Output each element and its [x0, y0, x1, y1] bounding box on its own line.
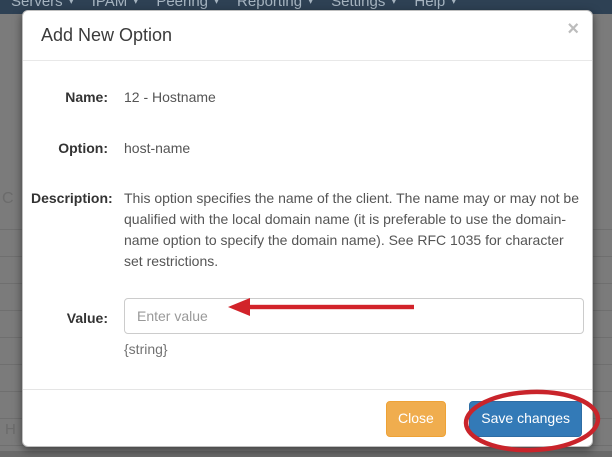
chevron-down-icon: ▾: [69, 0, 74, 7]
add-new-option-modal: Add New Option × Name: 12 - Hostname Opt…: [22, 10, 593, 447]
chevron-down-icon: ▾: [214, 0, 219, 7]
modal-body: Name: 12 - Hostname Option: host-name De…: [23, 61, 592, 357]
description-row: Description: This option specifies the n…: [31, 188, 586, 272]
modal-title: Add New Option: [41, 25, 172, 46]
value-type-hint: {string}: [124, 341, 584, 357]
description-value: This option specifies the name of the cl…: [124, 188, 586, 272]
description-label: Description:: [31, 188, 108, 272]
background-text-fragment: H: [5, 421, 16, 438]
chevron-down-icon: ▾: [133, 0, 138, 7]
option-row: Option: host-name: [31, 138, 586, 159]
chevron-down-icon: ▾: [391, 0, 396, 7]
modal-footer: Close Save changes: [23, 389, 592, 446]
close-button[interactable]: Close: [386, 401, 446, 437]
name-value: 12 - Hostname: [124, 87, 216, 108]
value-row: Value: {string}: [31, 298, 586, 357]
name-row: Name: 12 - Hostname: [31, 87, 586, 108]
nav-item-help[interactable]: Help ▾: [405, 0, 465, 10]
save-changes-button[interactable]: Save changes: [469, 401, 582, 437]
nav-item-reporting[interactable]: Reporting ▾: [228, 0, 322, 10]
background-bottom-band: [0, 451, 612, 457]
nav-item-settings[interactable]: Settings ▾: [322, 0, 405, 10]
nav-item-peering[interactable]: Peering ▾: [147, 0, 228, 10]
name-label: Name:: [31, 87, 108, 108]
background-text-fragment: C: [2, 190, 14, 208]
chevron-down-icon: ▾: [451, 0, 456, 7]
nav-item-servers[interactable]: Servers ▾: [2, 0, 83, 10]
value-input-wrap: {string}: [124, 298, 584, 357]
close-icon[interactable]: ×: [567, 19, 579, 39]
modal-header: Add New Option ×: [23, 11, 592, 61]
value-input[interactable]: [124, 298, 584, 334]
option-value: host-name: [124, 138, 190, 159]
nav-items: Servers ▾ IPAM ▾ Peering ▾ Reporting ▾ S…: [0, 0, 612, 10]
option-label: Option:: [31, 138, 108, 159]
value-label: Value:: [31, 298, 108, 357]
nav-item-ipam[interactable]: IPAM ▾: [83, 0, 148, 10]
chevron-down-icon: ▾: [308, 0, 313, 7]
screen: C H Servers ▾ IPAM ▾ Peering ▾ Reporting…: [0, 0, 612, 457]
